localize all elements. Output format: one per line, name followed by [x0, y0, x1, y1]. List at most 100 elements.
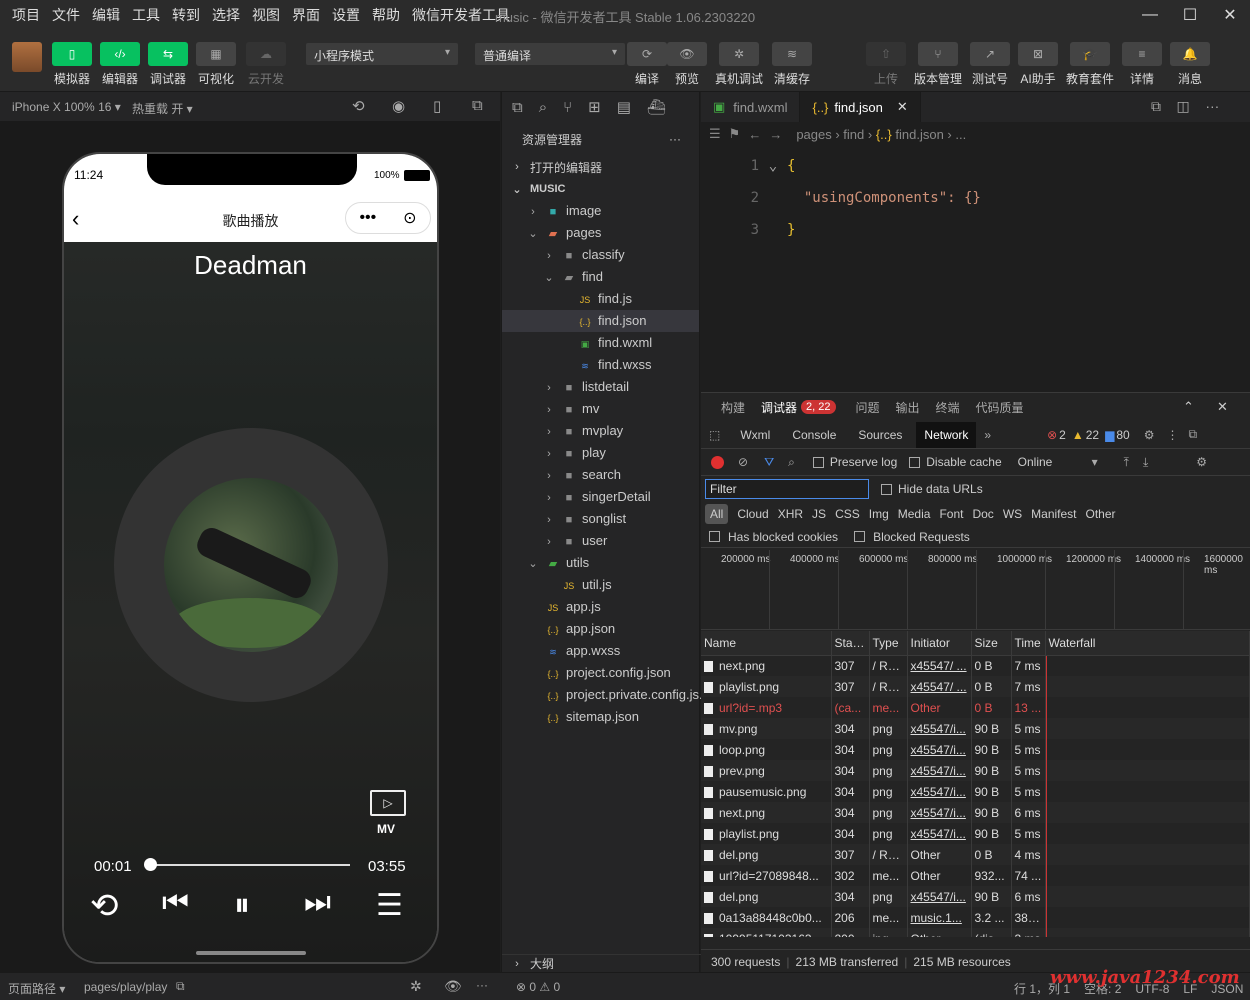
ai-button[interactable]: ⊠ AI助手 — [1014, 42, 1062, 87]
rotate-icon[interactable]: ⟲ — [352, 97, 365, 115]
split-icon[interactable]: ⧉ ◫ ··· — [1151, 98, 1219, 115]
tab-find-json[interactable]: {..} find.json ✕ — [800, 92, 921, 122]
tree-item[interactable]: › ■ singerDetail — [502, 486, 699, 508]
table-row[interactable]: mv.png 304 png x45547/i... 90 B5 ms — [701, 718, 1250, 739]
column-header[interactable]: Type — [869, 631, 908, 656]
messages-button[interactable]: 🔔 消息 — [1166, 42, 1214, 87]
problems-count[interactable]: ⊗ 0 ⚠ 0 — [516, 980, 560, 994]
table-row[interactable]: 0a13a88448c0b0... 206 me... music.1... 3.2 .… — [701, 907, 1250, 928]
table-row[interactable]: del.png 307/ Re... Other 0 B4 ms — [701, 844, 1250, 865]
network-settings-icon[interactable]: ⚙ — [1196, 455, 1207, 469]
minimize-icon[interactable]: — — [1130, 0, 1170, 30]
type-filter-manifest[interactable]: Manifest — [1031, 507, 1076, 521]
type-filter-ws[interactable]: WS — [1003, 507, 1022, 521]
kebab-icon[interactable]: ⋮ — [1166, 428, 1178, 442]
type-filter-other[interactable]: Other — [1086, 507, 1116, 521]
menu-item-7[interactable]: 界面 — [286, 5, 326, 25]
filter-input[interactable]: Filter — [705, 479, 869, 499]
inspect-icon[interactable]: ⬚ — [709, 428, 720, 442]
forward-arrow-icon[interactable]: → — [769, 127, 782, 142]
type-filter-cloud[interactable]: Cloud — [737, 507, 768, 521]
more-icon[interactable]: ••• — [359, 209, 376, 227]
table-row[interactable]: pausemusic.png 304 png x45547/i... 90 B5 ms — [701, 781, 1250, 802]
device-select[interactable]: iPhone X 100% 16 ▾ — [12, 100, 121, 114]
column-header[interactable]: Initiator — [907, 631, 972, 656]
loop-icon[interactable]: ⟲ — [90, 886, 119, 926]
git-icon[interactable]: ⑂ — [563, 99, 572, 116]
tab-code-quality[interactable]: 代码质量 — [976, 399, 1024, 416]
tab-problems[interactable]: 问题 — [856, 399, 880, 416]
import-icon[interactable]: ⤒ — [1124, 455, 1129, 470]
table-row[interactable]: 10995117103163...200jpgOther(dis...3 ms — [701, 928, 1250, 937]
tree-item[interactable]: ⌄ ▰ find — [502, 266, 699, 288]
status-more-icon[interactable]: ··· — [476, 978, 488, 992]
popout-icon[interactable]: ⧉ — [472, 97, 483, 114]
menu-item-3[interactable]: 工具 — [126, 5, 166, 25]
tree-item[interactable]: JS util.js — [502, 574, 699, 596]
close-panel-icon[interactable]: ✕ — [1217, 399, 1228, 415]
version-button[interactable]: ⑂ 版本管理 — [912, 42, 964, 87]
preserve-log-checkbox[interactable] — [812, 456, 824, 468]
more-panels-icon[interactable]: » — [984, 428, 991, 442]
storage-icon[interactable]: ▤ — [617, 98, 631, 116]
table-row[interactable]: url?id=27089848... 302 me... Other 932... 74 … — [701, 865, 1250, 886]
panel-network[interactable]: Network — [916, 421, 977, 448]
tree-item[interactable]: › ■ classify — [502, 244, 699, 266]
tree-item[interactable]: ▣ find.wxml — [502, 332, 699, 354]
export-icon[interactable]: ⤓ — [1143, 455, 1148, 470]
tab-output[interactable]: 输出 — [896, 399, 920, 416]
type-filter-img[interactable]: Img — [869, 507, 889, 521]
progress-knob[interactable] — [144, 858, 157, 871]
clear-cache-button[interactable]: ≋ 清缓存 — [768, 42, 816, 87]
type-filter-css[interactable]: CSS — [835, 507, 860, 521]
prev-icon[interactable]: ⏮ — [162, 886, 189, 920]
menu-item-5[interactable]: 选择 — [206, 5, 246, 25]
capsule-menu[interactable]: ••• ⊙ — [345, 202, 431, 234]
next-icon[interactable]: ⏭ — [304, 886, 331, 920]
tree-item[interactable]: › ■ image — [502, 200, 699, 222]
details-button[interactable]: ≡ 详情 — [1118, 42, 1166, 87]
tree-item[interactable]: › ■ play — [502, 442, 699, 464]
table-row[interactable]: playlist.png 307/ Re... x45547/ ... 0 B7 ms — [701, 676, 1250, 697]
tree-item[interactable]: › ■ songlist — [502, 508, 699, 530]
collapse-icon[interactable]: ⌃ — [1183, 399, 1194, 415]
open-editors[interactable]: 打开的编辑器 — [530, 159, 602, 176]
mode-select[interactable]: 小程序模式 — [306, 43, 458, 65]
tab-build[interactable]: 构建 — [721, 399, 745, 416]
table-row[interactable]: url?id=.mp3 (ca... me... Other 0 B 13 ... — [701, 697, 1250, 718]
menu-item-10[interactable]: 微信开发者工具 — [406, 5, 516, 25]
eye-icon[interactable]: 👁 — [444, 978, 462, 995]
tree-item[interactable]: ⌄ ▰ utils — [502, 552, 699, 574]
menu-item-8[interactable]: 设置 — [326, 5, 366, 25]
table-row[interactable]: prev.png 304 png x45547/i... 90 B5 ms — [701, 760, 1250, 781]
type-filter-media[interactable]: Media — [898, 507, 931, 521]
tree-item[interactable]: JS app.js — [502, 596, 699, 618]
phone-icon[interactable]: ▯ — [433, 97, 441, 115]
column-header[interactable]: Stat... — [831, 631, 870, 656]
tree-item[interactable]: JS find.js — [502, 288, 699, 310]
dock-icon[interactable]: ⧉ — [1188, 427, 1197, 442]
search-network-icon[interactable]: ⌕ — [788, 455, 795, 470]
type-filter-js[interactable]: JS — [812, 507, 826, 521]
panel-sources[interactable]: Sources — [858, 428, 902, 442]
simulator-button[interactable]: ▯ 模拟器 — [48, 42, 96, 87]
code-lines[interactable]: 1 ⌄{ 2 "usingComponents": {} 3} — [701, 150, 1250, 246]
type-filter-xhr[interactable]: XHR — [778, 507, 803, 521]
list-icon[interactable]: ☰ — [709, 126, 721, 142]
avatar[interactable] — [12, 42, 42, 72]
back-arrow-icon[interactable]: ← — [748, 127, 761, 142]
pause-icon[interactable]: ⏸ — [234, 886, 250, 924]
bug-icon[interactable]: ✲ — [410, 978, 422, 995]
tree-item[interactable]: › ■ mvplay — [502, 420, 699, 442]
files-icon[interactable]: ⧉ — [512, 99, 523, 116]
tab-debugger[interactable]: 调试器 — [761, 399, 797, 416]
capsule-close-icon[interactable]: ⊙ — [403, 208, 416, 228]
menu-item-2[interactable]: 编辑 — [86, 5, 126, 25]
bookmark-icon[interactable]: ⚑ — [729, 126, 741, 142]
throttle-select[interactable]: Online — [1018, 455, 1092, 469]
menu-item-9[interactable]: 帮助 — [366, 5, 406, 25]
tree-item[interactable]: ≋ app.wxss — [502, 640, 699, 662]
panel-console[interactable]: Console — [792, 428, 836, 442]
table-row[interactable]: playlist.png 304 png x45547/i... 90 B5 ms — [701, 823, 1250, 844]
hide-data-checkbox[interactable] — [881, 483, 892, 495]
